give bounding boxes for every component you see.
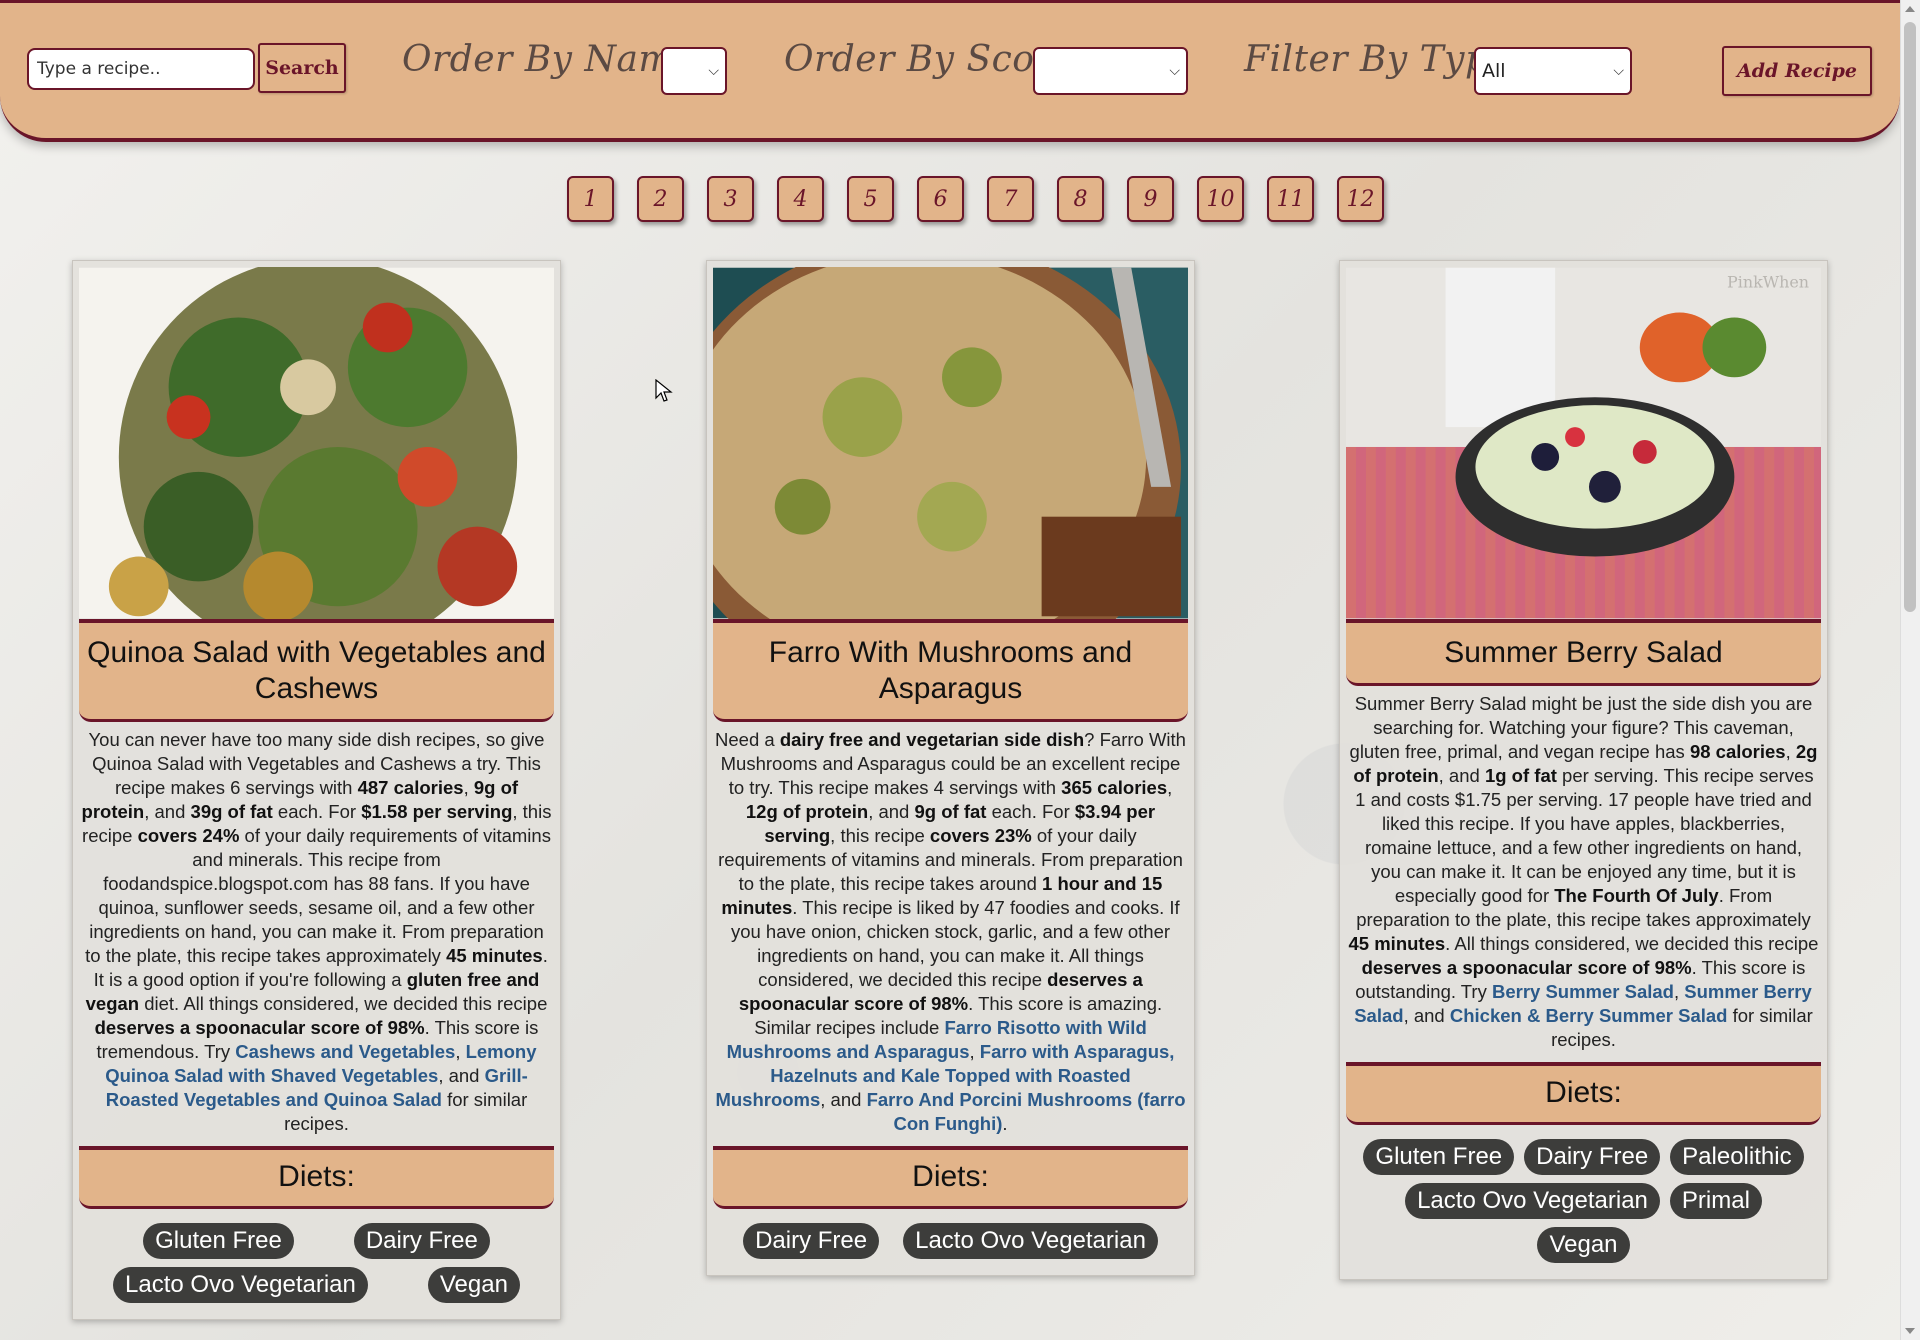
recipe-description: Need a dairy free and vegetarian side di… — [715, 729, 1186, 1134]
diets-heading: Diets: — [79, 1146, 554, 1209]
recipe-image[interactable]: PinkWhen — [1346, 267, 1821, 619]
diet-tags: Gluten Free Dairy Free Lacto Ovo Vegetar… — [79, 1209, 554, 1313]
page-button[interactable]: 5 — [847, 176, 894, 222]
mouse-cursor-icon — [655, 379, 673, 402]
page-button[interactable]: 2 — [637, 176, 684, 222]
page-button[interactable]: 1 — [567, 176, 614, 222]
page-button[interactable]: 7 — [987, 176, 1034, 222]
diet-tags: Gluten Free Dairy Free Paleolithic Lacto… — [1346, 1125, 1821, 1273]
diets-heading: Diets: — [713, 1146, 1188, 1209]
page-button[interactable]: 8 — [1057, 176, 1104, 222]
diet-tag: Dairy Free — [1524, 1139, 1661, 1175]
filter-by-type-select[interactable]: All ⌵ — [1474, 47, 1632, 95]
chevron-down-icon: ⌵ — [1613, 63, 1624, 79]
page-button[interactable]: 4 — [777, 176, 824, 222]
diet-tag: Dairy Free — [743, 1223, 880, 1259]
recipe-image[interactable] — [79, 267, 554, 619]
image-credit: PinkWhen — [1727, 273, 1809, 292]
page-button[interactable]: 12 — [1337, 176, 1384, 222]
diet-tag: Lacto Ovo Vegetarian — [1405, 1183, 1660, 1219]
recipe-description: Summer Berry Salad might be just the sid… — [1348, 693, 1819, 1050]
chevron-down-icon: ⌵ — [708, 63, 719, 79]
diet-tag: Gluten Free — [143, 1223, 294, 1259]
diet-tag: Vegan — [427, 1267, 520, 1303]
scrollbar-thumb[interactable] — [1904, 22, 1916, 612]
scrollbar[interactable] — [1900, 0, 1920, 1340]
pagination: 1 2 3 4 5 6 7 8 9 10 11 12 — [567, 176, 1384, 222]
recipe-description: You can never have too many side dish re… — [81, 729, 552, 1134]
filter-by-type-value: All — [1482, 60, 1506, 82]
similar-recipe-link[interactable]: Berry Summer Salad — [1492, 981, 1674, 1002]
search-button[interactable]: Search — [258, 43, 346, 93]
similar-recipe-link[interactable]: Farro And Porcini Mushrooms (farro Con F… — [867, 1089, 1186, 1134]
scroll-up-icon[interactable] — [1905, 6, 1915, 12]
diet-tag: Paleolithic — [1670, 1139, 1804, 1175]
diets-heading: Diets: — [1346, 1062, 1821, 1125]
similar-recipe-link[interactable]: Chicken & Berry Summer Salad — [1450, 1005, 1728, 1026]
header-bar: Search Order By Name: ⌵ Order By Score: … — [0, 0, 1900, 142]
order-by-score-select[interactable]: ⌵ — [1033, 47, 1188, 95]
diet-tag: Primal — [1669, 1183, 1762, 1219]
diet-tags: Dairy Free Lacto Ovo Vegetarian — [713, 1209, 1188, 1269]
recipe-card: Quinoa Salad with Vegetables and Cashews… — [72, 260, 561, 1320]
recipe-card: PinkWhen Summer Berry Salad Summer Berry… — [1339, 260, 1828, 1280]
page-button[interactable]: 10 — [1197, 176, 1244, 222]
add-recipe-button[interactable]: Add Recipe — [1722, 46, 1872, 96]
page-button[interactable]: 11 — [1267, 176, 1314, 222]
page-button[interactable]: 6 — [917, 176, 964, 222]
diet-tag: Vegan — [1537, 1227, 1630, 1263]
chevron-down-icon: ⌵ — [1169, 63, 1180, 79]
recipe-title: Farro With Mushrooms and Asparagus — [713, 619, 1188, 722]
diet-tag: Gluten Free — [1363, 1139, 1515, 1175]
recipe-title: Summer Berry Salad — [1346, 619, 1821, 686]
scroll-down-icon[interactable] — [1905, 1328, 1915, 1334]
recipe-image[interactable] — [713, 267, 1188, 619]
diet-tag: Lacto Ovo Vegetarian — [903, 1223, 1158, 1259]
page-button[interactable]: 9 — [1127, 176, 1174, 222]
recipe-title: Quinoa Salad with Vegetables and Cashews — [79, 619, 554, 722]
recipe-card: Farro With Mushrooms and Asparagus Need … — [706, 260, 1195, 1276]
search-input[interactable] — [27, 48, 255, 90]
diet-tag: Dairy Free — [353, 1223, 490, 1259]
diet-tag: Lacto Ovo Vegetarian — [113, 1267, 368, 1303]
page-button[interactable]: 3 — [707, 176, 754, 222]
similar-recipe-link[interactable]: Cashews and Vegetables — [235, 1041, 455, 1062]
order-by-name-select[interactable]: ⌵ — [661, 47, 727, 95]
